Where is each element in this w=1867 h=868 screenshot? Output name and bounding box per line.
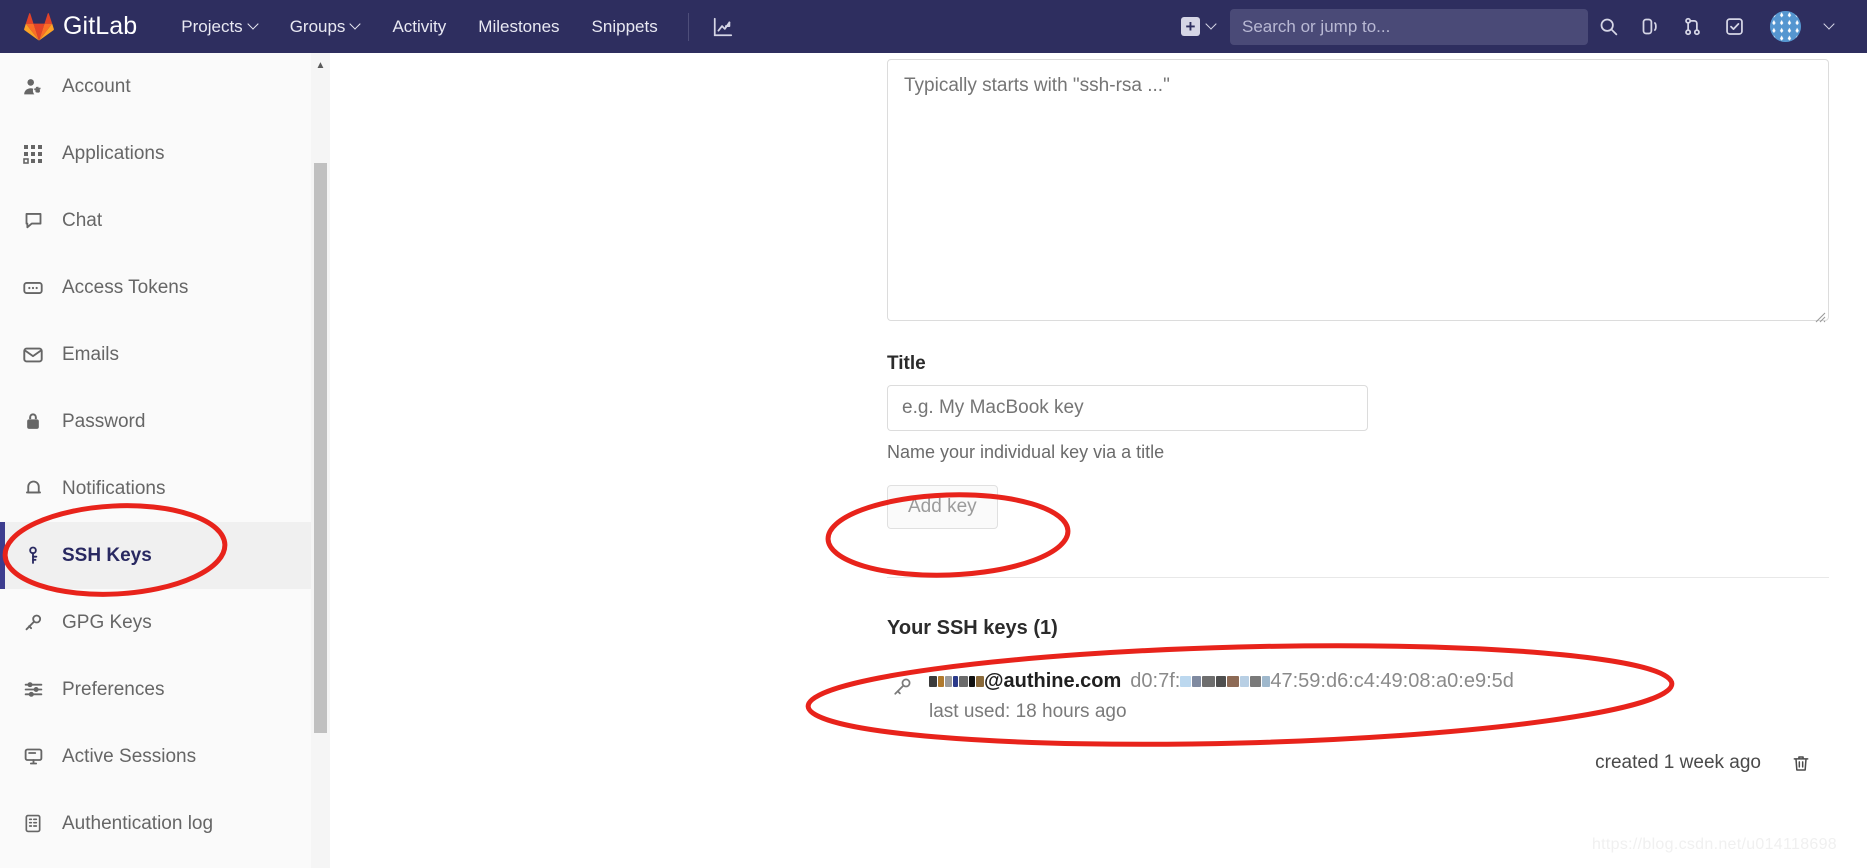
merge-requests-icon[interactable] bbox=[1672, 7, 1712, 47]
sidebar-item-account-label: Account bbox=[62, 75, 131, 97]
sidebar-item-chat[interactable]: Chat bbox=[0, 187, 329, 254]
ssh-key-textarea[interactable] bbox=[887, 59, 1829, 321]
chevron-down-icon bbox=[1207, 22, 1216, 31]
key-outline-icon bbox=[22, 612, 44, 633]
bell-icon bbox=[22, 478, 44, 499]
analytics-chart-icon[interactable] bbox=[703, 7, 743, 47]
sidebar-item-password-label: Password bbox=[62, 410, 146, 432]
sidebar-item-authentication-log[interactable]: Authentication log bbox=[0, 790, 329, 857]
gitlab-brand-text: GitLab bbox=[63, 12, 138, 40]
title-help-text: Name your individual key via a title bbox=[887, 442, 1165, 462]
gitlab-logo-icon bbox=[24, 12, 54, 41]
sidebar-item-password[interactable]: Password bbox=[0, 388, 329, 455]
search-input[interactable]: Search or jump to... bbox=[1230, 8, 1588, 45]
sidebar-scrollbar[interactable]: ▲ bbox=[311, 53, 330, 868]
scrollbar-thumb[interactable] bbox=[314, 163, 327, 733]
ssh-key-created: created 1 week ago bbox=[1595, 752, 1761, 773]
sidebar-item-applications-label: Applications bbox=[62, 142, 165, 164]
lock-icon bbox=[22, 411, 44, 432]
sidebar-item-chat-label: Chat bbox=[62, 209, 103, 231]
ssh-key-details: @authine.com d0:7f: 47:59:d6:c4:49:08:a0:… bbox=[929, 670, 1514, 723]
sidebar-item-authentication-log-label: Authentication log bbox=[62, 812, 214, 834]
sidebar-item-ssh-keys[interactable]: SSH Keys bbox=[0, 522, 329, 589]
nav-link-activity[interactable]: Activity bbox=[376, 0, 462, 53]
nav-link-snippets[interactable]: Snippets bbox=[576, 0, 674, 53]
chevron-down-icon bbox=[249, 22, 258, 31]
scroll-up-arrow-icon[interactable]: ▲ bbox=[311, 55, 330, 75]
log-book-icon bbox=[22, 813, 44, 834]
sidebar-item-preferences[interactable]: Preferences bbox=[0, 656, 329, 723]
sidebar-item-access-tokens-label: Access Tokens bbox=[62, 276, 189, 298]
issues-icon[interactable] bbox=[1630, 7, 1670, 47]
sidebar-item-emails[interactable]: Emails bbox=[0, 321, 329, 388]
settings-sidebar: Account Applications Chat Access Tokens … bbox=[0, 53, 330, 868]
sliders-icon bbox=[22, 679, 44, 700]
chevron-down-icon bbox=[1825, 22, 1834, 31]
nav-link-groups[interactable]: Groups bbox=[274, 0, 377, 53]
title-label: Title bbox=[887, 353, 926, 374]
main-content: Title Name your individual key via a tit… bbox=[331, 53, 1867, 868]
todos-done-icon[interactable] bbox=[1714, 7, 1754, 47]
chat-bubble-icon bbox=[22, 210, 44, 231]
nav-link-groups-label: Groups bbox=[289, 16, 346, 36]
ssh-key-list-item: @authine.com d0:7f: 47:59:d6:c4:49:08:a0:… bbox=[887, 670, 1829, 773]
navbar-right-icons bbox=[1588, 7, 1849, 47]
ssh-key-meta: created 1 week ago bbox=[1595, 752, 1811, 774]
plus-square-icon: + bbox=[1181, 17, 1200, 36]
sidebar-item-gpg-keys-label: GPG Keys bbox=[62, 611, 152, 633]
sidebar-item-active-sessions[interactable]: Active Sessions bbox=[0, 723, 329, 790]
sidebar-item-preferences-label: Preferences bbox=[62, 678, 165, 700]
user-settings-icon bbox=[22, 76, 44, 98]
ssh-key-identity: @authine.com d0:7f: 47:59:d6:c4:49:08:a0:… bbox=[929, 670, 1514, 693]
envelope-icon bbox=[22, 344, 44, 366]
nav-link-milestones-label: Milestones bbox=[478, 16, 560, 36]
watermark: https://blog.csdn.net/u014118698 bbox=[1591, 836, 1837, 853]
add-key-button[interactable]: Add key bbox=[887, 485, 998, 529]
search-icon[interactable] bbox=[1588, 7, 1628, 47]
redacted-username bbox=[929, 676, 984, 687]
redacted-fingerprint-middle bbox=[1180, 676, 1271, 687]
sidebar-item-applications[interactable]: Applications bbox=[0, 120, 329, 187]
fingerprint-prefix: d0:7f: bbox=[1130, 670, 1181, 692]
grid-apps-icon bbox=[22, 144, 44, 164]
user-avatar[interactable] bbox=[1770, 11, 1801, 42]
ssh-key-owner: @authine.com bbox=[929, 670, 1121, 693]
title-input[interactable] bbox=[887, 385, 1368, 431]
sidebar-item-active-sessions-label: Active Sessions bbox=[62, 745, 197, 767]
nav-link-milestones[interactable]: Milestones bbox=[462, 0, 575, 53]
nav-divider bbox=[687, 12, 689, 41]
your-ssh-keys-heading: Your SSH keys (1) bbox=[887, 617, 1058, 639]
ssh-key-owner-domain: @authine.com bbox=[984, 670, 1122, 692]
ssh-key-last-used: last used: 18 hours ago bbox=[929, 701, 1127, 722]
trash-icon[interactable] bbox=[1791, 753, 1811, 774]
gitlab-brand[interactable]: GitLab bbox=[24, 12, 137, 41]
search-placeholder: Search or jump to... bbox=[1242, 16, 1391, 36]
nav-link-projects[interactable]: Projects bbox=[165, 0, 273, 53]
nav-link-activity-label: Activity bbox=[392, 16, 447, 36]
create-new-button[interactable]: + bbox=[1181, 17, 1216, 36]
token-icon bbox=[22, 277, 44, 299]
key-icon bbox=[891, 676, 921, 703]
section-divider bbox=[887, 577, 1829, 578]
sidebar-item-emails-label: Emails bbox=[62, 343, 120, 365]
sidebar-item-account[interactable]: Account bbox=[0, 53, 329, 120]
fingerprint-suffix: 47:59:d6:c4:49:08:a0:e9:5d bbox=[1270, 670, 1514, 692]
user-menu-chevron[interactable] bbox=[1809, 7, 1849, 47]
sidebar-item-notifications[interactable]: Notifications bbox=[0, 455, 329, 522]
add-ssh-key-form: Title Name your individual key via a tit… bbox=[887, 59, 1829, 773]
chevron-down-icon bbox=[351, 22, 360, 31]
sidebar-item-gpg-keys[interactable]: GPG Keys bbox=[0, 589, 329, 656]
sidebar-item-ssh-keys-label: SSH Keys bbox=[62, 544, 152, 566]
monitor-icon bbox=[22, 746, 44, 767]
ssh-key-fingerprint: d0:7f: 47:59:d6:c4:49:08:a0:e9:5d bbox=[1130, 670, 1514, 693]
sidebar-item-notifications-label: Notifications bbox=[62, 477, 166, 499]
nav-link-snippets-label: Snippets bbox=[591, 16, 658, 36]
nav-link-projects-label: Projects bbox=[181, 16, 243, 36]
top-navbar: GitLab Projects Groups Activity Mileston… bbox=[0, 0, 1867, 53]
key-icon bbox=[22, 545, 44, 566]
primary-nav-links: Projects Groups Activity Milestones Snip… bbox=[165, 0, 742, 53]
sidebar-item-access-tokens[interactable]: Access Tokens bbox=[0, 254, 329, 321]
